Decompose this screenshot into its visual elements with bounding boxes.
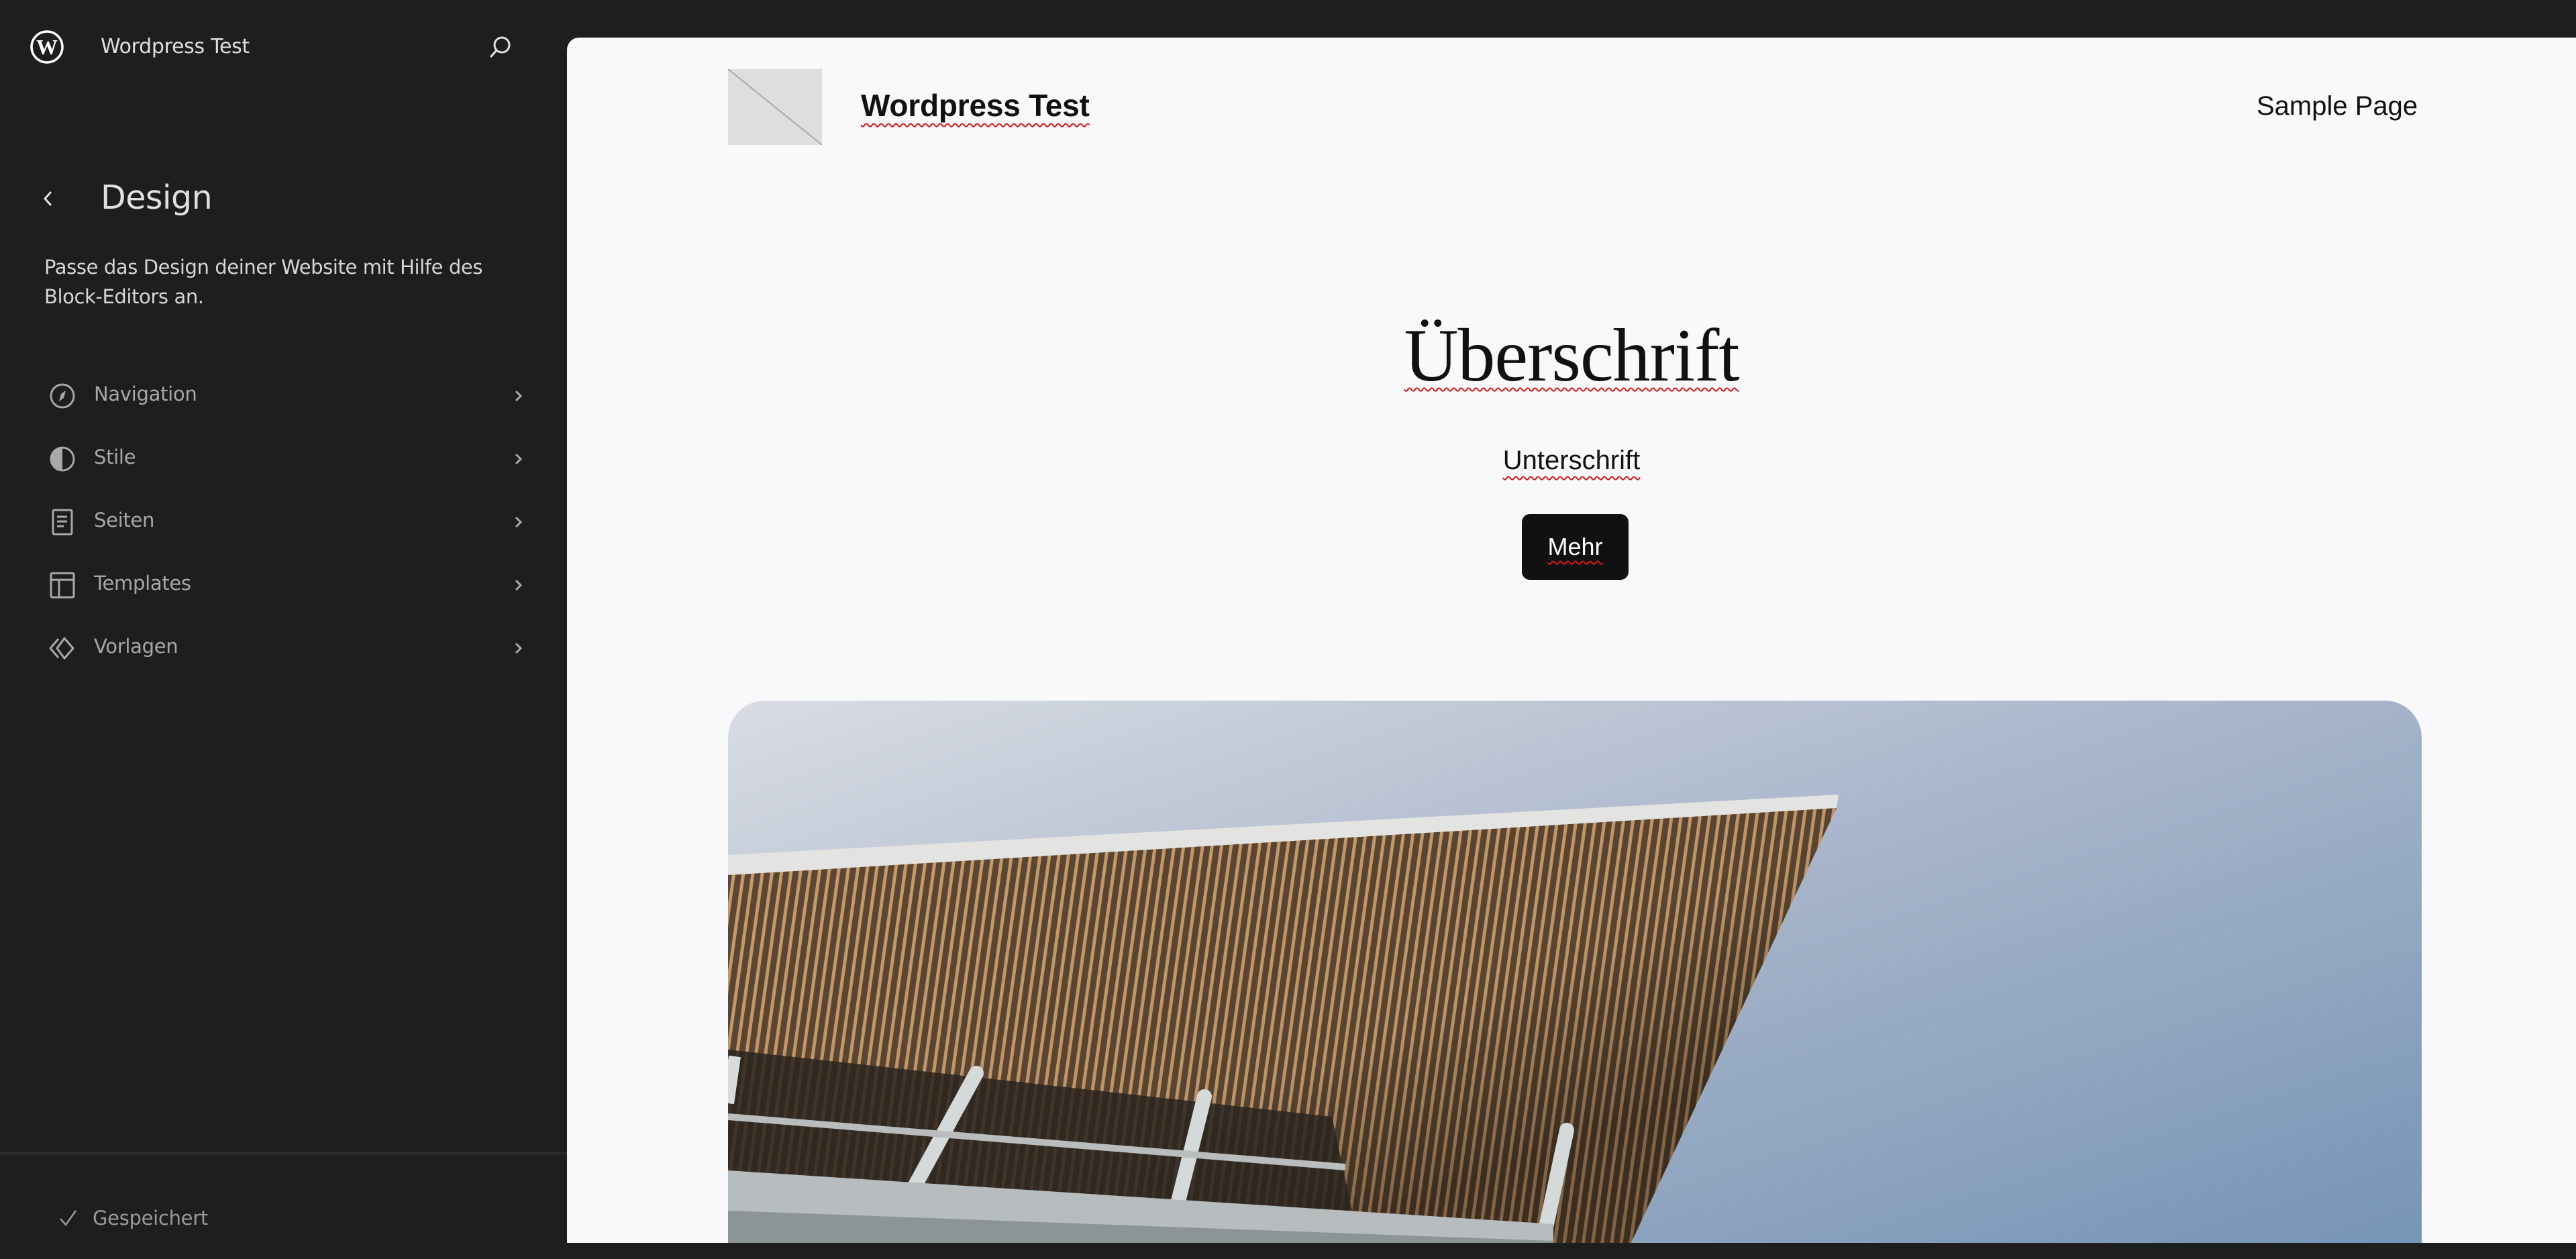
site-editor-sidebar: W Wordpress Test Design Passe das Design… xyxy=(0,0,567,1259)
placeholder-diagonal-icon xyxy=(727,68,823,146)
check-icon xyxy=(60,1210,77,1227)
sidebar-item-label: Seiten xyxy=(94,509,155,532)
panel-title: Design xyxy=(101,179,213,217)
save-status: Gespeichert xyxy=(56,1201,208,1235)
sidebar-item-label: Templates xyxy=(94,572,191,595)
more-button[interactable]: Mehr xyxy=(1522,514,1629,580)
chevron-right-icon xyxy=(515,642,523,654)
sidebar-item-templates[interactable]: Templates xyxy=(32,553,542,616)
sidebar-item-label: Navigation xyxy=(94,383,197,405)
wordpress-logo-icon[interactable]: W xyxy=(30,30,64,64)
sidebar-item-navigation[interactable]: Navigation xyxy=(32,364,542,427)
sidebar-item-styles[interactable]: Stile xyxy=(32,427,542,490)
search-icon xyxy=(490,36,511,58)
design-menu: Navigation Stile Seiten Templates Vorlag… xyxy=(32,364,542,679)
building-photo xyxy=(728,701,2422,1243)
sidebar-item-label: Vorlagen xyxy=(94,635,178,658)
layout-icon xyxy=(50,572,75,599)
back-button[interactable] xyxy=(35,183,62,215)
hero-heading-text: Überschrift xyxy=(1404,314,1739,397)
editor-canvas[interactable]: Wordpress Test Sample Page Überschrift U… xyxy=(567,38,2576,1243)
panel-description: Passe das Design deiner Website mit Hilf… xyxy=(44,256,483,308)
chevron-right-icon xyxy=(515,453,523,465)
chevron-left-icon xyxy=(43,191,52,207)
sidebar-item-patterns[interactable]: Vorlagen xyxy=(32,616,542,679)
site-logo-placeholder[interactable] xyxy=(727,68,823,146)
chevron-right-icon xyxy=(515,516,523,528)
hero-subheading[interactable]: Unterschrift xyxy=(567,446,2576,476)
chevron-right-icon xyxy=(515,390,523,402)
site-title-text: Wordpress Test xyxy=(861,88,1090,123)
half-circle-contrast-icon xyxy=(50,446,75,472)
site-title[interactable]: Wordpress Test xyxy=(861,87,1090,123)
search-button[interactable] xyxy=(484,32,515,63)
nav-link-sample-page[interactable]: Sample Page xyxy=(2257,91,2418,121)
sidebar-footer-divider xyxy=(0,1152,567,1154)
hero-subheading-text: Unterschrift xyxy=(1502,446,1641,475)
sidebar-item-label: Stile xyxy=(94,446,136,468)
more-button-label: Mehr xyxy=(1547,533,1603,560)
svg-text:W: W xyxy=(36,35,58,59)
page-icon xyxy=(52,509,73,536)
chevron-right-icon xyxy=(515,579,523,591)
site-name[interactable]: Wordpress Test xyxy=(101,35,250,58)
cover-image[interactable] xyxy=(728,701,2422,1243)
sidebar-item-pages[interactable]: Seiten xyxy=(32,490,542,553)
symbol-diamond-icon xyxy=(49,637,74,660)
compass-icon xyxy=(50,383,75,409)
save-status-label: Gespeichert xyxy=(93,1207,208,1229)
hero-heading[interactable]: Überschrift xyxy=(567,318,2576,393)
